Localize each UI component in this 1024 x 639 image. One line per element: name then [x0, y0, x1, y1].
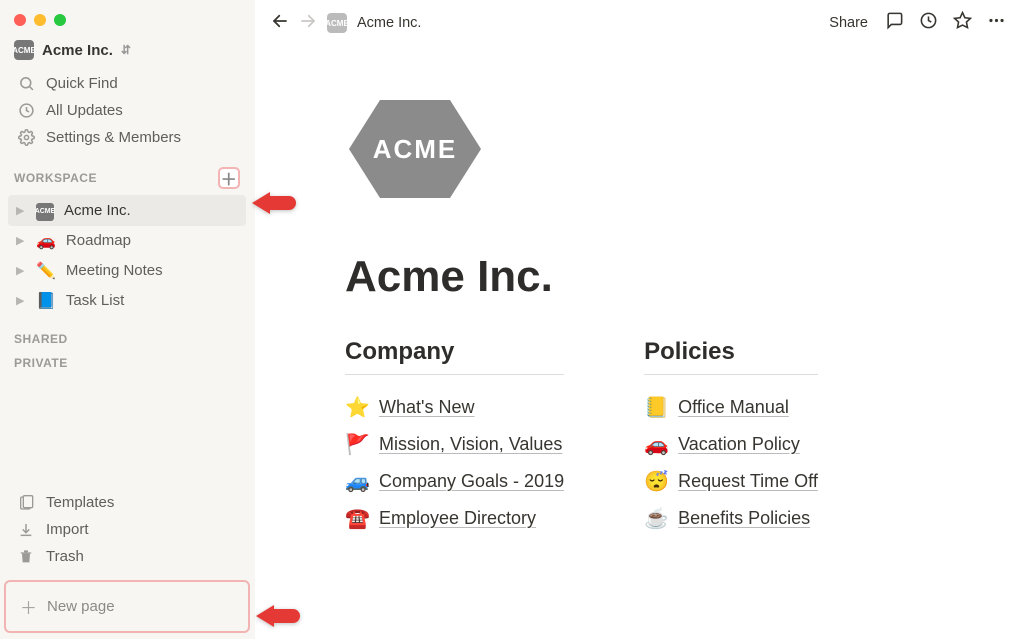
favorite-button[interactable] — [950, 11, 974, 35]
settings-label: Settings & Members — [46, 129, 181, 146]
pencil-icon: ✏️ — [36, 261, 56, 281]
page-link-text[interactable]: Benefits Policies — [678, 508, 810, 529]
sidebar-page-acme-inc-[interactable]: ▶ ACME Acme Inc. — [8, 195, 246, 226]
page-link[interactable]: 📒 Office Manual — [644, 389, 818, 426]
trash-label: Trash — [46, 548, 84, 565]
page-link-text[interactable]: What's New — [379, 397, 474, 418]
car-icon: 🚗 — [644, 432, 668, 457]
import-button[interactable]: Import — [8, 516, 246, 543]
page-link[interactable]: 🚙 Company Goals - 2019 — [345, 463, 564, 500]
page-content: ACME Acme Inc. Company ⭐ What's New 🚩 Missio… — [255, 46, 1024, 537]
main: ACME Acme Inc. Share ACME Acme Inc. Comp… — [255, 0, 1024, 639]
page-link-text[interactable]: Vacation Policy — [678, 434, 800, 455]
settings-members[interactable]: Settings & Members — [8, 124, 246, 151]
private-section-label: PRIVATE — [14, 356, 68, 370]
templates-label: Templates — [46, 494, 114, 511]
breadcrumb-title[interactable]: Acme Inc. — [357, 15, 421, 31]
window-controls — [0, 8, 254, 32]
sidebar-page-meeting-notes[interactable]: ▶ ✏️ Meeting Notes — [8, 256, 246, 286]
ledger-icon: 📒 — [644, 395, 668, 420]
add-workspace-page-button[interactable]: ＋ — [218, 167, 240, 189]
page-link-text[interactable]: Company Goals - 2019 — [379, 471, 564, 492]
column-policies: Policies 📒 Office Manual 🚗 Vacation Policy 😴 R… — [644, 338, 818, 537]
workspace-section-label: WORKSPACE — [14, 171, 97, 185]
download-icon — [16, 522, 36, 538]
column-heading[interactable]: Company — [345, 338, 564, 375]
page-link[interactable]: ⭐ What's New — [345, 389, 564, 426]
page-link[interactable]: ☕ Benefits Policies — [644, 500, 818, 537]
flag-icon: 🚩 — [345, 432, 369, 457]
caret-icon[interactable]: ▶ — [16, 294, 26, 307]
page-link[interactable]: ☎️ Employee Directory — [345, 500, 564, 537]
breadcrumb-logo-icon: ACME — [327, 13, 347, 33]
nav-forward-button[interactable] — [299, 12, 317, 35]
page-link[interactable]: 🚩 Mission, Vision, Values — [345, 426, 564, 463]
sidebar: ACME Acme Inc. ⇵ Quick Find All Updates … — [0, 0, 255, 639]
telephone-icon: ☎️ — [345, 506, 369, 531]
plus-icon: ＋ — [20, 594, 37, 619]
page-icon[interactable]: ACME — [345, 96, 485, 202]
caret-icon[interactable]: ▶ — [16, 234, 26, 247]
templates-button[interactable]: Templates — [8, 489, 246, 516]
sidebar-page-label: Roadmap — [66, 232, 131, 249]
quick-find[interactable]: Quick Find — [8, 70, 246, 97]
workspace-switcher[interactable]: ACME Acme Inc. ⇵ — [0, 32, 254, 68]
trash-icon — [16, 549, 36, 565]
new-page-button[interactable]: ＋ New page — [4, 580, 250, 633]
svg-text:ACME: ACME — [373, 134, 458, 164]
page-title[interactable]: Acme Inc. — [345, 252, 934, 302]
comments-button[interactable] — [882, 11, 906, 35]
page-link-text[interactable]: Request Time Off — [678, 471, 818, 492]
trash-button[interactable]: Trash — [8, 543, 246, 570]
clock-icon — [16, 102, 36, 119]
coffee-icon: ☕ — [644, 506, 668, 531]
all-updates[interactable]: All Updates — [8, 97, 246, 124]
workspace-name: Acme Inc. — [42, 42, 113, 59]
sidebar-page-label: Acme Inc. — [64, 202, 131, 219]
caret-icon[interactable]: ▶ — [16, 264, 26, 277]
acme-logo: ACME — [36, 200, 54, 221]
suv-icon: 🚙 — [345, 469, 369, 494]
import-label: Import — [46, 521, 89, 538]
nav-back-button[interactable] — [271, 12, 289, 35]
minimize-window-button[interactable] — [34, 14, 46, 26]
workspace-logo-icon: ACME — [14, 40, 34, 60]
sidebar-page-task-list[interactable]: ▶ 📘 Task List — [8, 286, 246, 316]
updates-button[interactable] — [916, 11, 940, 35]
star-icon: ⭐ — [345, 395, 369, 420]
page-link[interactable]: 🚗 Vacation Policy — [644, 426, 818, 463]
page-link-text[interactable]: Employee Directory — [379, 508, 536, 529]
page-link-text[interactable]: Mission, Vision, Values — [379, 434, 562, 455]
column-company: Company ⭐ What's New 🚩 Mission, Vision, Valu… — [345, 338, 564, 537]
sidebar-page-roadmap[interactable]: ▶ 🚗 Roadmap — [8, 226, 246, 256]
share-button[interactable]: Share — [825, 11, 872, 35]
sleeping-icon: 😴 — [644, 469, 668, 494]
new-page-label: New page — [47, 598, 115, 615]
close-window-button[interactable] — [14, 14, 26, 26]
page-link[interactable]: 😴 Request Time Off — [644, 463, 818, 500]
gear-icon — [16, 129, 36, 146]
chevron-sort-icon: ⇵ — [121, 43, 131, 57]
column-heading[interactable]: Policies — [644, 338, 818, 375]
book-icon: 📘 — [36, 291, 56, 311]
quick-find-label: Quick Find — [46, 75, 118, 92]
sidebar-page-label: Meeting Notes — [66, 262, 163, 279]
search-icon — [16, 75, 36, 92]
all-updates-label: All Updates — [46, 102, 123, 119]
more-menu-button[interactable] — [984, 11, 1008, 35]
topbar: ACME Acme Inc. Share — [255, 0, 1024, 46]
page-link-text[interactable]: Office Manual — [678, 397, 789, 418]
shared-section-label: SHARED — [14, 332, 68, 346]
maximize-window-button[interactable] — [54, 14, 66, 26]
sidebar-page-label: Task List — [66, 292, 124, 309]
caret-icon[interactable]: ▶ — [16, 204, 26, 217]
car-icon: 🚗 — [36, 231, 56, 251]
templates-icon — [16, 495, 36, 511]
